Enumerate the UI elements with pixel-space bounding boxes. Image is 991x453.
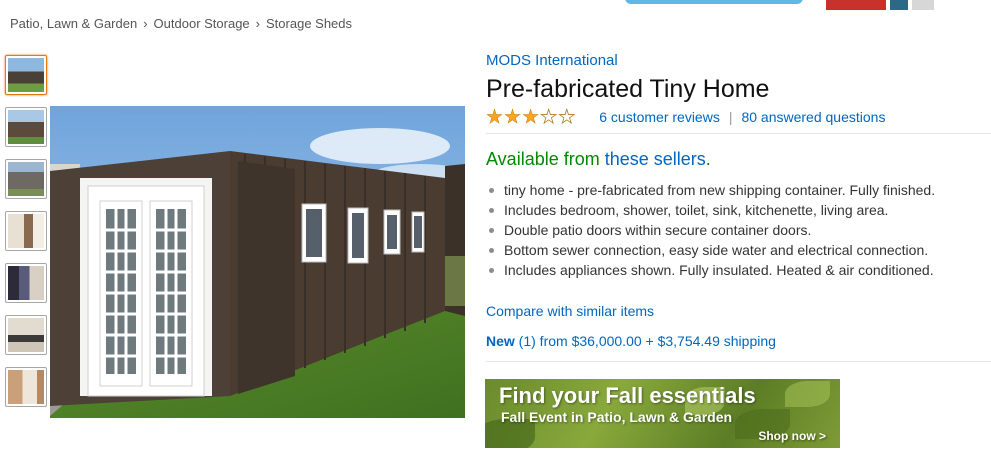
thumbnail-4[interactable] — [5, 211, 47, 251]
feature-bullets: tiny home - pre-fabricated from new ship… — [486, 180, 991, 280]
top-banner-button[interactable] — [625, 0, 803, 4]
product-info: MODS International Pre-fabricated Tiny H… — [486, 52, 991, 362]
feature-bullet: Double patio doors within secure contain… — [486, 220, 991, 240]
thumbnail-image — [8, 370, 44, 404]
divider — [486, 361, 991, 362]
product-title: Pre-fabricated Tiny Home — [486, 75, 770, 103]
brand-link[interactable]: MODS International — [486, 52, 991, 70]
ad-title: Find your Fall essentials — [499, 383, 756, 408]
thumbnail-image — [8, 162, 44, 196]
feature-bullet: tiny home - pre-fabricated from new ship… — [486, 180, 991, 200]
breadcrumb-item-patio[interactable]: Patio, Lawn & Garden — [10, 16, 137, 31]
rating-row: ★ ★ ★ ★ ★ 6 customer reviews | 80 answer… — [486, 106, 991, 128]
thumbnail-1[interactable] — [5, 55, 47, 95]
top-ad-strip[interactable] — [826, 0, 956, 10]
thumbnail-3[interactable] — [5, 159, 47, 199]
fall-event-ad-banner[interactable]: Find your Fall essentials Fall Event in … — [485, 379, 840, 448]
feature-bullet: Includes bedroom, shower, toilet, sink, … — [486, 200, 991, 220]
customer-reviews-link[interactable]: 6 customer reviews — [599, 109, 720, 125]
main-product-image[interactable] — [50, 106, 465, 418]
leaf-decoration — [785, 381, 830, 407]
thumbnail-6[interactable] — [5, 315, 47, 355]
thumbnail-strip — [5, 55, 47, 419]
new-offer-link[interactable]: New (1) from $36,000.00 + $3,754.49 ship… — [486, 332, 991, 350]
feature-bullet: Includes appliances shown. Fully insulat… — [486, 260, 991, 280]
container-home-photo — [50, 106, 465, 418]
star-full-icon: ★ — [486, 106, 504, 128]
star-empty-icon: ★ — [540, 106, 558, 128]
breadcrumb-separator: › — [255, 16, 261, 31]
thumbnail-7[interactable] — [5, 367, 47, 407]
thumbnail-image — [8, 318, 44, 352]
compare-similar-link[interactable]: Compare with similar items — [486, 302, 991, 320]
new-label: New — [486, 333, 515, 349]
availability-suffix: . — [705, 149, 711, 169]
star-rating[interactable]: ★ ★ ★ ★ ★ — [486, 106, 576, 128]
top-ad-image — [912, 0, 934, 10]
star-empty-icon: ★ — [558, 106, 576, 128]
star-full-icon: ★ — [504, 106, 522, 128]
thumbnail-image — [8, 266, 44, 300]
thumbnail-image — [8, 214, 44, 248]
availability-prefix: Available from — [486, 149, 605, 169]
rating-separator: | — [728, 109, 733, 125]
new-offer-text: (1) from $36,000.00 + $3,754.49 shipping — [514, 333, 776, 349]
breadcrumb-separator: › — [143, 16, 148, 31]
thumbnail-5[interactable] — [5, 263, 47, 303]
top-ad-image — [890, 0, 908, 10]
shop-now-link[interactable]: Shop now > — [758, 429, 826, 443]
answered-questions-link[interactable]: 80 answered questions — [741, 109, 885, 125]
star-full-icon: ★ — [522, 106, 540, 128]
ad-subtitle: Fall Event in Patio, Lawn & Garden — [501, 409, 733, 425]
feature-bullet: Bottom sewer connection, easy side water… — [486, 240, 991, 260]
thumbnail-image — [8, 110, 44, 144]
breadcrumb: Patio, Lawn & Garden › Outdoor Storage › Sto… — [10, 16, 352, 31]
divider — [486, 133, 991, 134]
breadcrumb-item-outdoor-storage[interactable]: Outdoor Storage — [154, 16, 250, 31]
thumbnail-image — [8, 58, 44, 92]
breadcrumb-item-storage-sheds[interactable]: Storage Sheds — [266, 16, 352, 31]
thumbnail-2[interactable] — [5, 107, 47, 147]
top-ad-image — [826, 0, 886, 10]
sellers-link[interactable]: these sellers — [605, 149, 706, 169]
availability: Available from these sellers. — [486, 148, 991, 170]
